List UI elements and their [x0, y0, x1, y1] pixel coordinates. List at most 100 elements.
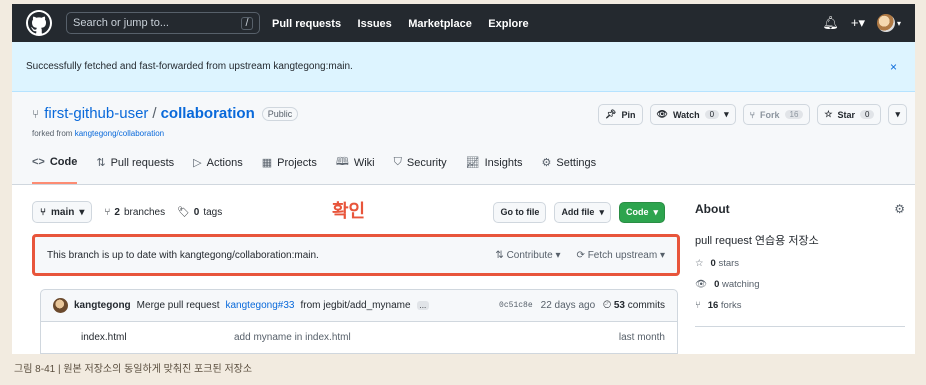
visibility-badge: Public: [261, 106, 299, 121]
fetch-upstream-dropdown[interactable]: ⟳ Fetch upstream ▾: [577, 250, 665, 261]
tab-pull-requests-label: Pull requests: [110, 156, 175, 169]
tab-wiki[interactable]: 🕮︎ Wiki: [336, 153, 375, 184]
close-icon[interactable]: ×: [890, 60, 897, 74]
commit-author[interactable]: kangtegong: [74, 300, 131, 311]
go-to-file-button[interactable]: Go to file: [493, 201, 547, 223]
branch-name: main: [51, 206, 75, 218]
sync-icon: ⟳: [576, 249, 588, 261]
graph-icon: 📈︎: [465, 157, 480, 169]
tab-settings-label: Settings: [556, 156, 597, 169]
nav-issues[interactable]: Issues: [358, 18, 392, 30]
tags-label: tags: [203, 206, 223, 218]
tab-code[interactable]: <> Code: [32, 153, 78, 184]
about-divider: [695, 326, 905, 327]
tab-pull-requests[interactable]: ⇅ Pull requests: [96, 153, 174, 184]
repo-owner-link[interactable]: first-github-user: [44, 105, 148, 122]
add-file-button[interactable]: Add file ▾: [554, 201, 611, 223]
branch-icon: ⑂: [40, 206, 46, 218]
repo-main: ⑂ main ▾ ⑂ 2 branches 🏷︎ 0 tags 확인 Go to…: [12, 185, 915, 354]
watch-count: 0: [704, 110, 720, 119]
watch-button[interactable]: 👁︎ Watch 0 ▾: [649, 104, 736, 125]
tab-actions-label: Actions: [206, 156, 243, 169]
bell-icon[interactable]: 🔔︎: [822, 15, 839, 31]
commit-time: 22 days ago: [540, 300, 596, 311]
tab-projects[interactable]: ▦ Projects: [262, 153, 317, 184]
about-sidebar: About ⚙ pull request 연습용 저장소 ☆ 0 stars 👁︎…: [695, 202, 905, 327]
forked-from-link[interactable]: kangtegong/collaboration: [75, 129, 164, 138]
commit-pr-link[interactable]: kangtegong#33: [226, 300, 295, 311]
repo-title-separator: /: [152, 105, 157, 122]
plus-dropdown-icon[interactable]: +▾: [851, 15, 865, 31]
commits-link[interactable]: 🕘︎ 53 commits: [603, 300, 665, 311]
commit-expand-button[interactable]: ...: [416, 301, 430, 310]
fork-label: Fork: [760, 109, 780, 120]
gear-icon: ⚙: [541, 157, 552, 169]
file-commit-message[interactable]: add myname in index.html: [234, 332, 351, 343]
branch-status-actions: ⇅ Contribute ▾ ⟳ Fetch upstream ▾: [495, 250, 665, 261]
tab-insights-label: Insights: [484, 156, 523, 169]
header-nav: Pull requests Issues Marketplace Explore: [272, 14, 541, 32]
star-icon: ☆: [824, 109, 833, 119]
forks-label: forks: [720, 300, 742, 311]
repo-title: ⑂ first-github-user / collaboration Publ…: [32, 105, 299, 122]
tab-insights[interactable]: 📈︎ Insights: [466, 153, 523, 184]
watch-label: Watch: [672, 109, 700, 120]
search-input[interactable]: Search or jump to... /: [66, 12, 260, 34]
repo-tabs: <> Code ⇅ Pull requests ▷ Actions ▦ Projects…: [32, 153, 596, 184]
repo-name-link[interactable]: collaboration: [161, 105, 255, 122]
star-label: Star: [837, 109, 856, 120]
watching-stat[interactable]: 👁︎ 0 watching: [695, 279, 905, 290]
tab-security[interactable]: ⛉ Security: [394, 153, 447, 184]
commits-label: commits: [627, 300, 665, 311]
repo-description: pull request 연습용 저장소: [695, 235, 819, 247]
fork-icon: ⑂: [695, 300, 701, 311]
stars-label: stars: [718, 258, 740, 269]
chevron-down-icon: ▾: [79, 206, 85, 218]
chevron-down-icon: ▾: [599, 206, 604, 217]
star-button[interactable]: ☆ Star 0: [817, 104, 882, 125]
nav-explore[interactable]: Explore: [488, 18, 528, 30]
branch-select[interactable]: ⑂ main ▾: [32, 201, 93, 223]
branches-link[interactable]: ⑂ 2 branches: [104, 207, 165, 218]
tab-settings[interactable]: ⚙ Settings: [542, 153, 597, 184]
user-menu[interactable]: ▾: [876, 14, 901, 32]
fork-button[interactable]: ⑂ Fork 16: [742, 104, 811, 125]
search-placeholder: Search or jump to...: [73, 17, 169, 29]
pin-button[interactable]: 📌︎ Pin: [598, 104, 643, 125]
branch-status-box: This branch is up to date with kangtegon…: [32, 234, 680, 276]
figure-frame: Search or jump to... / Pull requests Iss…: [0, 0, 926, 385]
tags-link[interactable]: 🏷︎ 0 tags: [177, 207, 222, 218]
file-nav-bar: ⑂ main ▾ ⑂ 2 branches 🏷︎ 0 tags 확인 Go to…: [32, 200, 665, 224]
avatar: [53, 298, 68, 313]
flash-text: Successfully fetched and fast-forwarded …: [26, 61, 353, 72]
forked-from-label: forked from: [32, 129, 73, 138]
gear-icon[interactable]: ⚙: [894, 202, 905, 216]
branches-label: branches: [123, 206, 166, 218]
pin-label: Pin: [621, 109, 636, 120]
chevron-down-icon: ▾: [555, 249, 561, 261]
stars-stat[interactable]: ☆ 0 stars: [695, 258, 905, 269]
eye-icon: 👁︎: [695, 279, 708, 290]
pr-icon: ⇅: [495, 249, 507, 261]
star-list-dropdown[interactable]: ▾: [888, 104, 907, 125]
latest-commit: kangtegong Merge pull request kangtegong…: [40, 289, 678, 322]
commit-sha[interactable]: 0c51c8e: [499, 301, 533, 310]
contribute-dropdown[interactable]: ⇅ Contribute ▾: [495, 250, 560, 261]
tab-actions[interactable]: ▷ Actions: [193, 153, 243, 184]
watching-count: 0: [714, 279, 720, 290]
pin-icon: 📌︎: [605, 109, 617, 119]
fork-count: 16: [784, 110, 804, 119]
fork-icon: ⑂: [749, 109, 755, 120]
watching-label: watching: [722, 279, 760, 290]
tab-code-label: Code: [49, 155, 78, 168]
code-button[interactable]: Code ▾: [618, 201, 665, 223]
forks-stat[interactable]: ⑂ 16 forks: [695, 300, 905, 311]
contribute-label: Contribute: [506, 249, 553, 261]
commit-message-prefix: Merge pull request: [136, 300, 220, 311]
header-right: 🔔︎ +▾ ▾: [822, 14, 901, 32]
file-name[interactable]: index.html: [53, 332, 234, 343]
branch-icon: ⑂: [104, 206, 111, 218]
nav-pull-requests[interactable]: Pull requests: [272, 18, 341, 30]
nav-marketplace[interactable]: Marketplace: [408, 18, 472, 30]
github-logo-icon[interactable]: [26, 10, 52, 36]
